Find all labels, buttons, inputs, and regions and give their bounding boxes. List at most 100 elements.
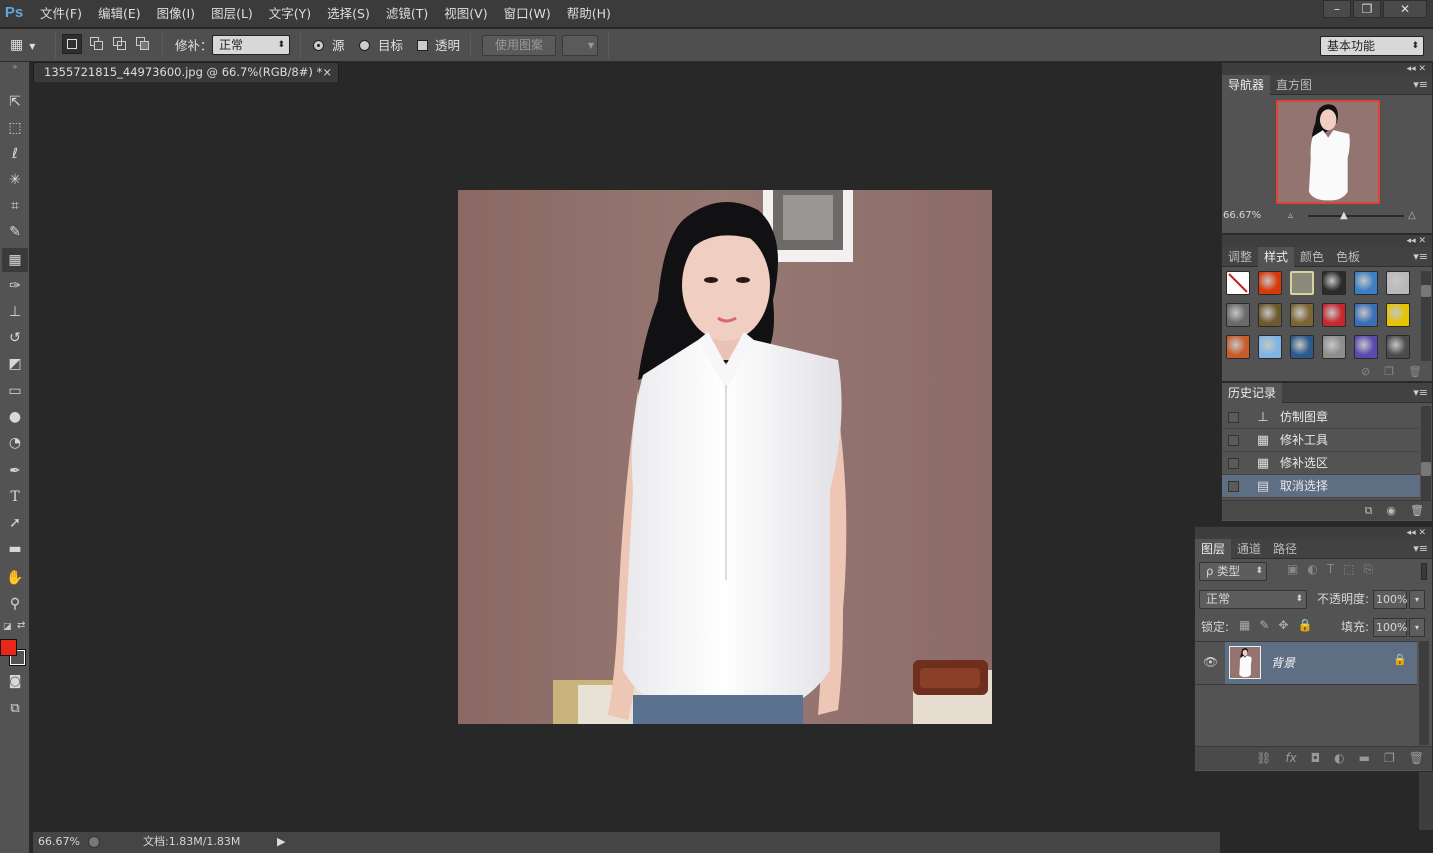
style-swatch[interactable] bbox=[1226, 335, 1250, 359]
clear-style-icon[interactable]: ⊘ bbox=[1361, 363, 1370, 381]
type-tool-icon[interactable]: T bbox=[2, 485, 28, 509]
style-swatch[interactable] bbox=[1258, 303, 1282, 327]
clone-stamp-tool-icon[interactable]: ⊥ bbox=[2, 300, 28, 324]
proof-settings-icon[interactable] bbox=[88, 836, 100, 848]
new-selection-icon[interactable] bbox=[62, 34, 82, 54]
target-radio[interactable] bbox=[359, 40, 370, 51]
quick-mask-icon[interactable]: ◙ bbox=[2, 670, 28, 694]
history-source-checkbox[interactable] bbox=[1228, 412, 1239, 423]
style-swatch[interactable] bbox=[1322, 335, 1346, 359]
link-layers-icon[interactable]: ⛓ bbox=[1256, 747, 1271, 769]
zoom-out-icon[interactable]: ▵ bbox=[1288, 209, 1293, 223]
zoom-in-icon[interactable]: △ bbox=[1408, 209, 1416, 223]
type-filter-icon[interactable]: T bbox=[1327, 562, 1343, 576]
panel-menu-icon[interactable]: ▾≡ bbox=[1413, 75, 1428, 95]
foreground-color-swatch[interactable] bbox=[0, 639, 17, 656]
tab-history[interactable]: 历史记录 bbox=[1222, 383, 1283, 403]
filter-toggle[interactable] bbox=[1421, 563, 1427, 580]
history-item[interactable]: ▦ 修补工具 bbox=[1222, 429, 1420, 452]
subtract-from-selection-icon[interactable] bbox=[110, 34, 130, 54]
menu-select[interactable]: 选择(S) bbox=[319, 0, 378, 28]
style-swatch[interactable] bbox=[1354, 303, 1378, 327]
history-item[interactable]: ⊥ 仿制图章 bbox=[1222, 406, 1420, 429]
default-colors-icon[interactable]: ◪ bbox=[3, 622, 12, 632]
shape-filter-icon[interactable]: ⬚ bbox=[1343, 562, 1363, 576]
eye-visibility-icon[interactable]: 👁 bbox=[1203, 655, 1218, 669]
style-swatch[interactable] bbox=[1290, 271, 1314, 295]
blur-tool-icon[interactable]: ● bbox=[2, 405, 28, 429]
lock-position-icon[interactable]: ✥ bbox=[1278, 618, 1297, 632]
adjustment-layer-icon[interactable]: ◐ bbox=[1334, 747, 1344, 769]
add-to-selection-icon[interactable] bbox=[87, 34, 107, 54]
delete-layer-icon[interactable]: 🗑 bbox=[1409, 747, 1424, 769]
tab-styles[interactable]: 样式 bbox=[1258, 247, 1295, 267]
blend-mode-select[interactable]: 正常 ⬍ bbox=[1199, 590, 1307, 609]
panel-menu-icon[interactable]: ▾≡ bbox=[1413, 383, 1428, 403]
image-filter-icon[interactable]: ▣ bbox=[1287, 562, 1307, 576]
layer-filter-select[interactable]: ρ 类型 ⬍ bbox=[1199, 562, 1267, 581]
opacity-dropdown-icon[interactable]: ▾ bbox=[1409, 590, 1425, 609]
close-tab-icon[interactable]: × bbox=[322, 63, 332, 82]
minimize-button[interactable]: – bbox=[1323, 0, 1351, 18]
menu-view[interactable]: 视图(V) bbox=[436, 0, 495, 28]
dodge-tool-icon[interactable]: ◔ bbox=[2, 431, 28, 455]
tab-histogram[interactable]: 直方图 bbox=[1270, 75, 1318, 95]
patch-mode-select[interactable]: 正常 ⬍ bbox=[212, 35, 290, 55]
style-swatch[interactable] bbox=[1290, 335, 1314, 359]
crop-tool-icon[interactable]: ⌗ bbox=[2, 194, 28, 218]
collapse-toolbox-icon[interactable]: » bbox=[0, 62, 30, 72]
pattern-picker[interactable]: ▼ bbox=[562, 35, 598, 56]
restore-button[interactable]: ❐ bbox=[1353, 0, 1381, 18]
styles-scrollbar[interactable] bbox=[1421, 271, 1431, 361]
style-swatch[interactable] bbox=[1386, 335, 1410, 359]
document-tab[interactable]: 1355721815_44973600.jpg @ 66.7%(RGB/8#) … bbox=[33, 62, 339, 82]
lasso-tool-icon[interactable]: ℓ bbox=[2, 142, 28, 166]
navigator-zoom-value[interactable]: 66.67% bbox=[1223, 209, 1261, 223]
zoom-slider-thumb[interactable]: ▲ bbox=[1340, 209, 1348, 223]
tab-channels[interactable]: 通道 bbox=[1231, 539, 1267, 559]
new-document-from-state-icon[interactable]: ⧉ bbox=[1365, 501, 1373, 520]
style-swatch[interactable] bbox=[1386, 303, 1410, 327]
gradient-tool-icon[interactable]: ▭ bbox=[2, 379, 28, 403]
style-swatch[interactable] bbox=[1354, 335, 1378, 359]
layer-row[interactable]: 👁 背景 🔒 bbox=[1195, 641, 1417, 685]
status-menu-arrow-icon[interactable]: ▶ bbox=[277, 832, 285, 852]
new-snapshot-icon[interactable]: ◉ bbox=[1386, 501, 1396, 520]
layer-row-selected[interactable]: 背景 🔒 bbox=[1225, 642, 1417, 684]
panel-menu-icon[interactable]: ▾≡ bbox=[1413, 539, 1428, 559]
style-swatch[interactable] bbox=[1354, 271, 1378, 295]
menu-window[interactable]: 窗口(W) bbox=[496, 0, 559, 28]
eyedropper-tool-icon[interactable]: ✎ bbox=[2, 220, 28, 244]
tab-adjustments[interactable]: 调整 bbox=[1222, 247, 1258, 267]
lock-all-icon[interactable]: 🔒 bbox=[1297, 618, 1321, 632]
layer-name[interactable]: 背景 bbox=[1271, 654, 1295, 671]
dock-scrollbar[interactable] bbox=[1419, 772, 1433, 830]
marquee-tool-icon[interactable]: ⬚ bbox=[2, 116, 28, 140]
path-selection-tool-icon[interactable]: ➚ bbox=[2, 511, 28, 535]
style-swatch[interactable] bbox=[1258, 271, 1282, 295]
panel-collapse-strip[interactable]: ◂◂ ✕ bbox=[1222, 63, 1432, 75]
opacity-input[interactable]: 100% bbox=[1373, 590, 1407, 609]
new-group-icon[interactable]: ▬ bbox=[1359, 747, 1370, 769]
tab-navigator[interactable]: 导航器 bbox=[1222, 75, 1271, 95]
menu-edit[interactable]: 编辑(E) bbox=[90, 0, 149, 28]
tab-layers[interactable]: 图层 bbox=[1195, 539, 1232, 559]
menu-layer[interactable]: 图层(L) bbox=[203, 0, 261, 28]
add-mask-icon[interactable]: ◘ bbox=[1311, 747, 1321, 769]
history-item-selected[interactable]: ▤ 取消选择 bbox=[1222, 475, 1420, 498]
workspace-select[interactable]: 基本功能 ⬍ bbox=[1320, 36, 1424, 56]
panel-menu-icon[interactable]: ▾≡ bbox=[1413, 247, 1428, 267]
new-style-icon[interactable]: ❐ bbox=[1384, 363, 1394, 381]
hand-tool-icon[interactable]: ✋ bbox=[2, 566, 28, 590]
swap-colors-icon[interactable]: ⇄ bbox=[17, 620, 25, 631]
fill-dropdown-icon[interactable]: ▾ bbox=[1409, 618, 1425, 637]
history-source-checkbox[interactable] bbox=[1228, 435, 1239, 446]
style-swatch[interactable] bbox=[1290, 303, 1314, 327]
style-swatch[interactable] bbox=[1322, 303, 1346, 327]
transparent-checkbox[interactable] bbox=[417, 40, 428, 51]
tool-preset-picker[interactable]: ▦ ▼ bbox=[10, 35, 50, 57]
screen-mode-icon[interactable]: ⧉ bbox=[2, 697, 28, 721]
panel-collapse-strip[interactable]: ◂◂ ✕ bbox=[1195, 527, 1432, 539]
history-brush-tool-icon[interactable]: ↺ bbox=[2, 326, 28, 350]
adjustment-filter-icon[interactable]: ◐ bbox=[1307, 562, 1326, 576]
